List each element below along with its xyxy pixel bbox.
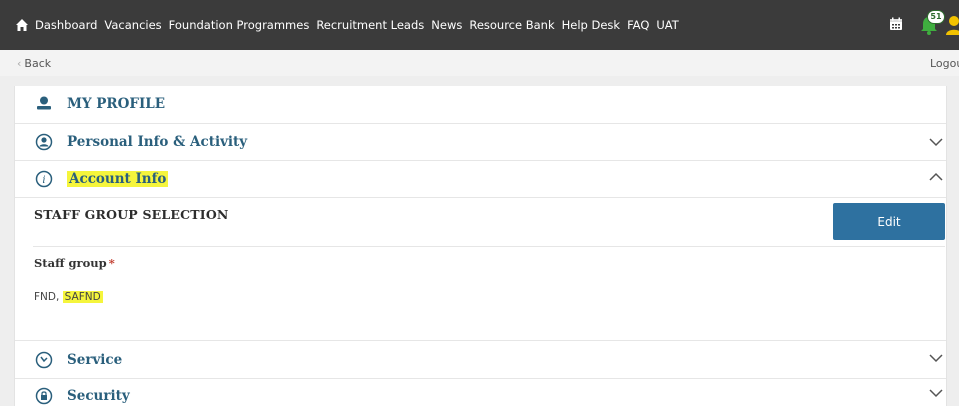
person-icon <box>37 96 51 110</box>
calendar-icon[interactable] <box>888 16 904 32</box>
chevron-down-icon[interactable] <box>929 137 943 147</box>
back-link[interactable]: ‹ Back <box>17 57 51 70</box>
user-icon[interactable] <box>944 13 959 35</box>
section-account-info[interactable]: i Account Info <box>15 160 946 198</box>
staff-group-value-highlighted: SAFND <box>62 291 103 303</box>
divider <box>33 246 945 247</box>
nav-item-foundation-programmes[interactable]: Foundation Programmes <box>169 18 310 32</box>
nav-item-resource-bank[interactable]: Resource Bank <box>469 18 554 32</box>
staff-group-selection-title: STAFF GROUP SELECTION <box>34 207 229 222</box>
nav-item-faq[interactable]: FAQ <box>627 18 649 32</box>
home-icon[interactable] <box>15 18 29 32</box>
section-label: Security <box>67 388 130 404</box>
chevron-left-icon: ‹ <box>17 57 22 70</box>
notification-badge: 51 <box>927 10 945 24</box>
person-circle-icon <box>35 133 53 151</box>
back-logout-bar: ‹Back Logout <box>0 50 959 76</box>
section-security[interactable]: Security <box>15 378 946 406</box>
nav-item-news[interactable]: News <box>431 18 462 32</box>
nav-item-recruitment-leads[interactable]: Recruitment Leads <box>316 18 424 32</box>
chevron-down-icon[interactable] <box>929 353 943 363</box>
required-marker: * <box>108 256 115 270</box>
staff-group-label-text: Staff group <box>34 256 107 270</box>
edit-button[interactable]: Edit <box>833 203 945 240</box>
staff-group-value: FND, SAFND <box>34 291 103 303</box>
chevron-up-icon[interactable] <box>929 172 943 182</box>
section-label: Service <box>67 352 123 368</box>
svg-text:i: i <box>42 175 45 186</box>
section-label: Account Info <box>67 171 169 187</box>
service-icon <box>35 351 53 369</box>
logout-link[interactable]: Logout <box>930 57 959 70</box>
nav-item-dashboard[interactable]: Dashboard <box>35 18 97 32</box>
lock-icon <box>35 387 53 405</box>
page-title: MY PROFILE <box>67 96 166 112</box>
section-personal-info[interactable]: Personal Info & Activity <box>15 123 946 161</box>
back-label: Back <box>24 57 52 70</box>
staff-group-label: Staff group * <box>34 256 115 270</box>
staff-group-value-prefix: FND, <box>34 291 63 303</box>
profile-card: MY PROFILE Personal Info & Activity i Ac… <box>14 86 947 406</box>
nav-item-uat[interactable]: UAT <box>656 18 678 32</box>
top-navigation: Dashboard Vacancies Foundation Programme… <box>0 0 959 50</box>
nav-item-help-desk[interactable]: Help Desk <box>562 18 620 32</box>
section-label: Personal Info & Activity <box>67 134 248 150</box>
chevron-down-icon[interactable] <box>929 388 943 398</box>
info-icon: i <box>35 170 53 188</box>
account-info-label: Account Info <box>67 171 169 187</box>
nav-item-vacancies[interactable]: Vacancies <box>104 18 161 32</box>
nav-menu: Dashboard Vacancies Foundation Programme… <box>35 0 686 50</box>
profile-header: MY PROFILE <box>15 86 946 124</box>
section-service[interactable]: Service <box>15 340 946 379</box>
